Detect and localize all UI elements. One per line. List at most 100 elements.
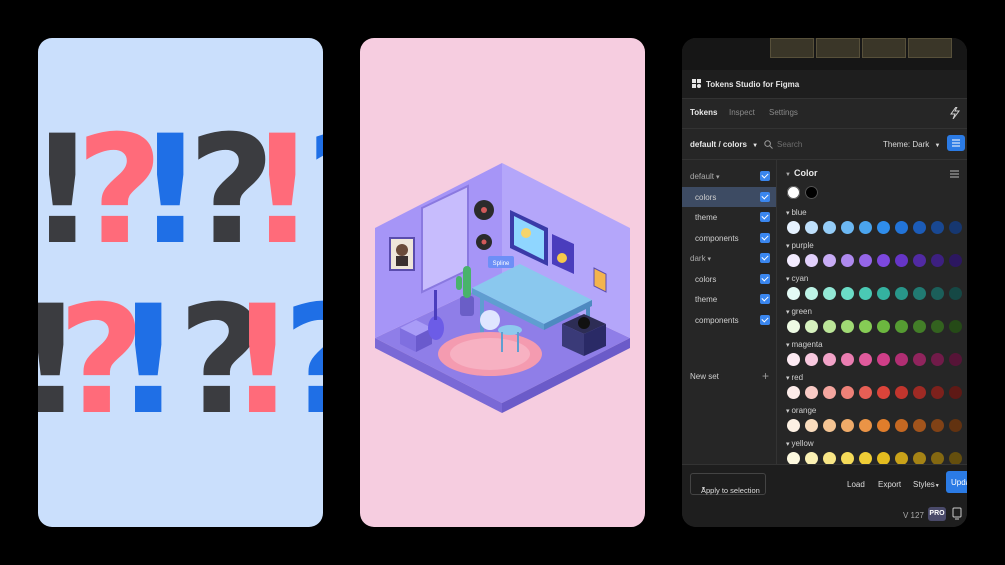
- color-swatch[interactable]: [895, 287, 908, 300]
- color-group-yellow[interactable]: ▾ yellow: [786, 439, 814, 448]
- color-swatch[interactable]: [823, 386, 836, 399]
- color-swatch[interactable]: [931, 287, 944, 300]
- tab-tokens[interactable]: Tokens: [690, 108, 717, 117]
- color-group-orange[interactable]: ▾ orange: [786, 406, 816, 415]
- pro-badge[interactable]: PRO: [928, 507, 946, 521]
- color-swatch[interactable]: [805, 452, 818, 464]
- color-swatch[interactable]: [805, 419, 818, 432]
- color-swatch[interactable]: [787, 353, 800, 366]
- color-swatch[interactable]: [805, 287, 818, 300]
- color-swatch[interactable]: [895, 254, 908, 267]
- color-swatch[interactable]: [787, 452, 800, 464]
- color-swatch[interactable]: [913, 254, 926, 267]
- color-swatch[interactable]: [841, 419, 854, 432]
- color-swatch[interactable]: [913, 419, 926, 432]
- tab-settings[interactable]: Settings: [769, 108, 798, 117]
- color-group-green[interactable]: ▾ green: [786, 307, 812, 316]
- theme-selector[interactable]: Theme: Dark ▼: [883, 140, 940, 149]
- color-swatch[interactable]: [841, 353, 854, 366]
- color-swatch[interactable]: [877, 320, 890, 333]
- device-icon[interactable]: [952, 507, 962, 520]
- set-checkbox[interactable]: [760, 232, 770, 243]
- export-button[interactable]: Export: [878, 480, 901, 489]
- color-swatch[interactable]: [913, 452, 926, 464]
- set-checkbox[interactable]: [760, 253, 770, 263]
- token-set-colors[interactable]: colors: [682, 269, 776, 289]
- set-checkbox[interactable]: [760, 191, 770, 202]
- token-set-components[interactable]: components: [682, 228, 776, 248]
- color-swatch[interactable]: [823, 353, 836, 366]
- color-swatch[interactable]: [895, 353, 908, 366]
- color-swatch[interactable]: [823, 287, 836, 300]
- color-swatch[interactable]: [841, 320, 854, 333]
- color-swatch[interactable]: [787, 221, 800, 234]
- styles-button[interactable]: Styles▼: [913, 480, 940, 489]
- color-swatch[interactable]: [805, 186, 818, 199]
- color-swatch[interactable]: [859, 386, 872, 399]
- set-checkbox[interactable]: [760, 212, 770, 222]
- color-group-heading[interactable]: ▼ Color: [785, 168, 817, 178]
- color-group-red[interactable]: ▾ red: [786, 373, 803, 382]
- color-swatch[interactable]: [805, 221, 818, 234]
- color-swatch[interactable]: [895, 320, 908, 333]
- token-set-theme[interactable]: theme: [682, 207, 776, 227]
- lightning-icon[interactable]: [950, 107, 960, 119]
- color-swatch[interactable]: [931, 221, 944, 234]
- color-swatch[interactable]: [859, 221, 872, 234]
- color-swatch[interactable]: [805, 353, 818, 366]
- list-icon[interactable]: [950, 170, 959, 178]
- color-swatch[interactable]: [823, 221, 836, 234]
- apply-to-selection-button[interactable]: Apply to selection ▼: [690, 473, 766, 495]
- token-set-components[interactable]: components: [682, 310, 776, 330]
- color-swatch[interactable]: [913, 287, 926, 300]
- color-swatch[interactable]: [841, 221, 854, 234]
- color-swatch[interactable]: [949, 386, 962, 399]
- color-swatch[interactable]: [931, 452, 944, 464]
- token-set-dark[interactable]: dark ▾: [682, 248, 776, 268]
- color-swatch[interactable]: [787, 419, 800, 432]
- color-swatch[interactable]: [787, 254, 800, 267]
- new-set-button[interactable]: New set +: [682, 366, 776, 386]
- token-set-theme[interactable]: theme: [682, 289, 776, 309]
- color-swatch[interactable]: [841, 452, 854, 464]
- color-group-magenta[interactable]: ▾ magenta: [786, 340, 823, 349]
- color-swatch[interactable]: [949, 320, 962, 333]
- color-swatch[interactable]: [805, 320, 818, 333]
- color-swatch[interactable]: [805, 386, 818, 399]
- color-swatch[interactable]: [877, 419, 890, 432]
- color-swatch[interactable]: [913, 386, 926, 399]
- color-swatch[interactable]: [787, 287, 800, 300]
- color-swatch[interactable]: [859, 287, 872, 300]
- color-swatch[interactable]: [895, 221, 908, 234]
- color-swatch[interactable]: [895, 452, 908, 464]
- color-swatch[interactable]: [931, 353, 944, 366]
- color-swatch[interactable]: [877, 221, 890, 234]
- color-swatch[interactable]: [949, 221, 962, 234]
- token-set-selector[interactable]: default / colors ▼: [690, 140, 758, 149]
- color-swatch[interactable]: [931, 320, 944, 333]
- list-view-button[interactable]: [947, 135, 965, 151]
- color-swatch[interactable]: [841, 386, 854, 399]
- color-swatch[interactable]: [823, 419, 836, 432]
- color-swatch[interactable]: [787, 186, 800, 199]
- color-swatch[interactable]: [931, 386, 944, 399]
- color-swatch[interactable]: [859, 452, 872, 464]
- color-swatch[interactable]: [949, 353, 962, 366]
- color-swatch[interactable]: [823, 452, 836, 464]
- color-swatch[interactable]: [787, 386, 800, 399]
- color-swatch[interactable]: [949, 419, 962, 432]
- color-swatch[interactable]: [823, 320, 836, 333]
- search-field[interactable]: Search: [764, 137, 844, 151]
- color-swatch[interactable]: [877, 353, 890, 366]
- color-swatch[interactable]: [949, 452, 962, 464]
- tab-inspect[interactable]: Inspect: [729, 108, 755, 117]
- color-swatch[interactable]: [913, 320, 926, 333]
- color-swatch[interactable]: [949, 287, 962, 300]
- color-swatch[interactable]: [841, 254, 854, 267]
- color-swatch[interactable]: [841, 287, 854, 300]
- color-group-cyan[interactable]: ▾ cyan: [786, 274, 808, 283]
- set-checkbox[interactable]: [760, 294, 770, 304]
- load-button[interactable]: Load: [847, 480, 865, 489]
- color-group-purple[interactable]: ▾ purple: [786, 241, 814, 250]
- set-checkbox[interactable]: [760, 273, 770, 284]
